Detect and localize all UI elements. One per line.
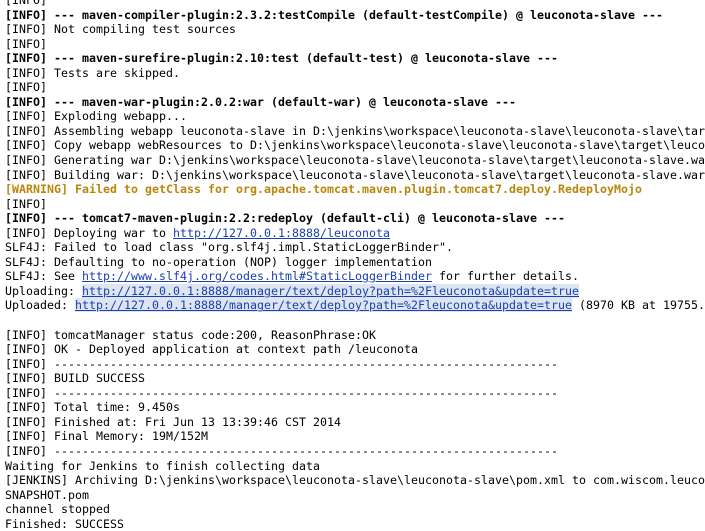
console-link[interactable]: http://www.slf4j.org/codes.html#StaticLo… [82, 269, 432, 283]
console-line-goal: [INFO] --- maven-surefire-plugin:2.10:te… [5, 51, 559, 66]
console-line: [INFO] Total time: 9.450s [5, 400, 181, 415]
console-line: Waiting for Jenkins to finish collecting… [5, 458, 321, 473]
console-line: Finished: SUCCESS [5, 516, 125, 531]
console-line: [INFO] [5, 196, 48, 211]
console-line: [INFO] Building war: D:\jenkins\workspac… [5, 167, 705, 182]
console-line-prefix: [INFO] Deploying war to [5, 225, 174, 240]
console-line: [INFO] ---------------------------------… [5, 443, 559, 458]
console-line-prefix: Uploading: [5, 283, 83, 298]
console-line: [INFO] ---------------------------------… [5, 385, 559, 400]
console-line: [INFO] Final Memory: 19M/152M [5, 429, 209, 444]
console-line-with-link: Uploading: http://127.0.0.1:8888/manager… [0, 283, 705, 299]
console-line: [INFO] tomcatManager status code:200, Re… [5, 327, 377, 342]
console-line: [INFO] [5, 80, 48, 95]
console-line: [INFO] ---------------------------------… [5, 356, 559, 371]
console-link[interactable]: http://127.0.0.1:8888/manager/text/deplo… [75, 298, 573, 313]
console-line-with-link: Uploaded: http://127.0.0.1:8888/manager/… [0, 298, 705, 313]
console-line: [INFO] BUILD SUCCESS [5, 371, 146, 386]
console-line: [INFO] [5, 0, 48, 7]
console-line-goal: [INFO] --- maven-compiler-plugin:2.3.2:t… [5, 7, 664, 22]
console-line-prefix: SLF4J: See [5, 269, 83, 284]
console-line: [INFO] Assembling webapp leuconota-slave… [5, 123, 705, 138]
console-line-with-link: [INFO] Deploying war to http://127.0.0.1… [0, 226, 705, 241]
console-line-goal: [INFO] --- maven-war-plugin:2.0.2:war (d… [5, 94, 517, 109]
console-line: [INFO] Copy webapp webResources to D:\je… [5, 138, 705, 153]
console-line-goal: [INFO] --- tomcat7-maven-plugin:2.2:rede… [5, 211, 566, 226]
console-line-suffix: (8970 KB at 19755.6 KB/sec) [579, 298, 705, 313]
console-line: [INFO] [5, 36, 48, 51]
console-line: SLF4J: Failed to load class "org.slf4j.i… [5, 240, 454, 255]
console-line-with-link: SLF4J: See http://www.slf4j.org/codes.ht… [0, 269, 705, 284]
console-line: [INFO] Generating war D:\jenkins\workspa… [5, 153, 705, 168]
console-line: SNAPSHOT.pom [5, 487, 90, 502]
console-line: [INFO] Finished at: Fri Jun 13 13:39:46 … [5, 414, 342, 429]
console-line-warning: [WARNING] Failed to getClass for org.apa… [5, 182, 643, 197]
console-line: [INFO] Exploding webapp... [5, 109, 188, 124]
console-link[interactable]: http://127.0.0.1:8888/manager/text/deplo… [82, 283, 580, 298]
console-line: SLF4J: Defaulting to no-operation (NOP) … [5, 254, 433, 269]
console-line: channel stopped [5, 502, 111, 517]
console-line: [JENKINS] Archiving D:\jenkins\workspace… [5, 473, 705, 488]
console-line: [INFO] Not compiling test sources [5, 22, 237, 37]
console-line-prefix: Uploaded: [5, 298, 76, 313]
console-line-suffix: for further details. [432, 269, 580, 284]
console-line: [INFO] OK - Deployed application at cont… [5, 342, 419, 357]
console-link[interactable]: http://127.0.0.1:8888/leuconota [173, 226, 390, 240]
console-line: [INFO] Tests are skipped. [5, 65, 181, 80]
console-output-log[interactable]: [INFO] [INFO] --- maven-compiler-plugin:2… [0, 0, 705, 531]
